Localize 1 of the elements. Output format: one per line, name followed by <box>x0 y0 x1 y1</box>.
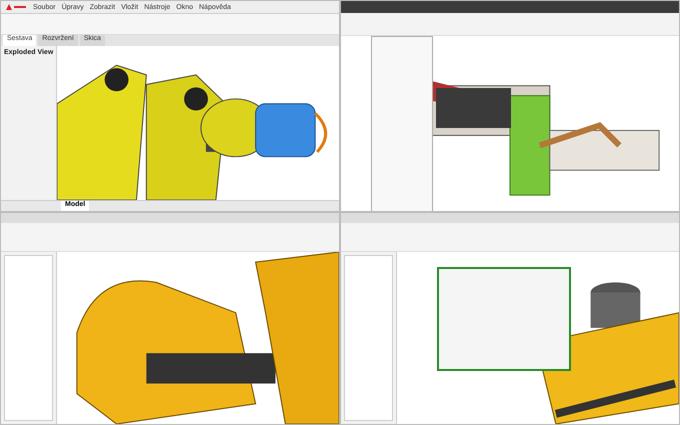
logo-icon <box>5 3 27 11</box>
